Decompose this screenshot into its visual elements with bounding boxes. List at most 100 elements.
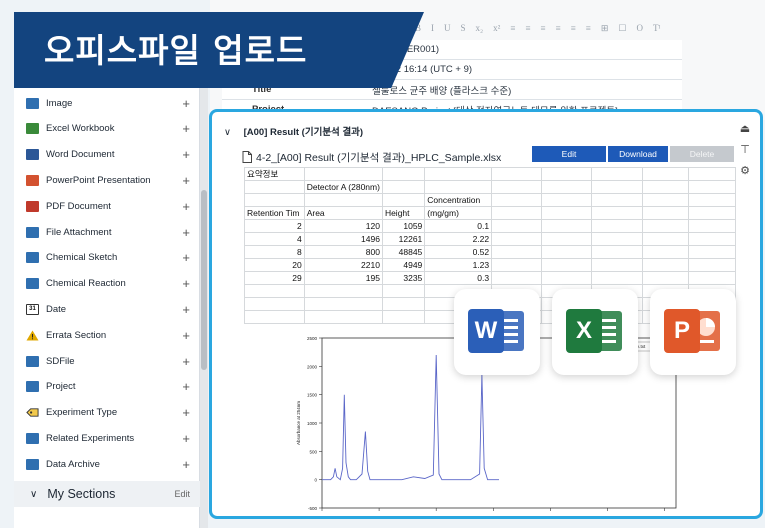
export-icon[interactable]: ⏏ (740, 122, 750, 135)
sidebar-item-errata-section[interactable]: Errata Section + (14, 322, 200, 348)
my-sections-label: My Sections (47, 487, 116, 501)
table-cell: 29 (244, 271, 305, 285)
edit-sections-link[interactable]: Edit (174, 489, 190, 499)
add-icon[interactable]: + (182, 276, 190, 291)
table-cell (641, 245, 690, 259)
sidebar-item-label: Related Experiments (46, 432, 135, 444)
word-letter-tile: W (468, 309, 504, 353)
add-icon[interactable]: + (182, 379, 190, 394)
table-cell (424, 180, 493, 194)
add-icon[interactable]: + (182, 302, 190, 317)
toolbar-button[interactable]: x₂ (476, 23, 484, 33)
chevron-down-icon[interactable]: ∨ (224, 127, 231, 138)
add-icon[interactable]: + (182, 199, 190, 214)
toolbar-button[interactable]: I (431, 23, 434, 33)
toolbar-button[interactable]: ≡ (571, 23, 576, 33)
add-icon[interactable]: + (182, 121, 190, 136)
excel-app-icon: X (552, 289, 638, 375)
word-icon (26, 149, 39, 161)
add-icon[interactable]: + (182, 457, 190, 472)
table-row: Retention Tim Area Height (mg/gm) (244, 206, 736, 220)
sidebar-item-sdfile[interactable]: SDFile + (14, 348, 200, 374)
sidebar-item-image[interactable]: Image + (14, 90, 200, 116)
toolbar-button[interactable]: ≡ (510, 23, 515, 33)
toolbar-button[interactable]: Tᴵ (653, 23, 660, 33)
powerpoint-app-icon: P (650, 289, 736, 375)
table-cell (641, 206, 690, 220)
table-cell (381, 180, 426, 194)
table-cell (591, 193, 643, 207)
sidebar-item-label: Word Document (46, 149, 115, 161)
sidebar-item-file-attachment[interactable]: File Attachment + (14, 219, 200, 245)
y-axis-label: Absorbance at 254nm (296, 401, 301, 445)
toolbar-button[interactable]: x² (493, 23, 500, 33)
table-cell (244, 310, 305, 324)
table-cell: 195 (303, 271, 383, 285)
sidebar-item-data-archive[interactable]: Data Archive + (14, 451, 200, 477)
toolbar-button[interactable]: ☐ (618, 23, 626, 34)
add-icon[interactable]: + (182, 354, 190, 369)
table-cell (541, 167, 593, 181)
scrollbar-thumb[interactable] (201, 190, 207, 370)
add-icon[interactable]: + (182, 225, 190, 240)
sidebar-item-related-experiments[interactable]: Related Experiments + (14, 425, 200, 451)
page-title: 오피스파일 업로드 (44, 31, 308, 70)
sidebar-item-chemical-reaction[interactable]: Chemical Reaction + (14, 271, 200, 297)
delete-button[interactable]: Delete (670, 146, 734, 162)
toolbar-button[interactable]: ≡ (541, 23, 546, 33)
table-cell (688, 219, 736, 233)
sidebar-item-chemical-sketch[interactable]: Chemical Sketch + (14, 245, 200, 271)
sdfile-icon (26, 355, 39, 367)
add-icon[interactable]: + (182, 328, 190, 343)
toolbar-button[interactable]: ≡ (525, 23, 530, 33)
edit-button[interactable]: Edit (532, 146, 606, 162)
sidebar-item-date[interactable]: 31 Date + (14, 296, 200, 322)
sidebar-item-project[interactable]: Project + (14, 374, 200, 400)
table-cell (303, 297, 383, 311)
my-sections-header[interactable]: ∨ My Sections Edit (14, 481, 200, 507)
powerpoint-letter-tile: P (664, 309, 700, 353)
sidebar-item-pdf-document[interactable]: PDF Document + (14, 193, 200, 219)
table-cell: 0.1 (424, 219, 493, 233)
file-icon (242, 151, 252, 163)
sidebar-item-excel-workbook[interactable]: Excel Workbook + (14, 116, 200, 142)
toolbar-button[interactable]: ≡ (586, 23, 591, 33)
table-cell (491, 219, 543, 233)
download-button[interactable]: Download (608, 146, 668, 162)
table-cell (541, 219, 593, 233)
add-icon[interactable]: + (182, 147, 190, 162)
add-icon[interactable]: + (182, 173, 190, 188)
add-icon[interactable]: + (182, 250, 190, 265)
toolbar-button[interactable]: ≡ (556, 23, 561, 33)
toolbar-button[interactable]: ⊞ (601, 23, 609, 34)
toolbar-button[interactable]: S (461, 23, 466, 33)
file-name[interactable]: 4-2_[A00] Result (기기분석 결과)_HPLC_Sample.x… (256, 150, 501, 165)
table-cell (688, 206, 736, 220)
add-icon[interactable]: + (182, 96, 190, 111)
table-cell: 2 (244, 219, 305, 233)
gear-icon[interactable]: ⚙ (740, 164, 750, 177)
sidebar-scrollbar[interactable] (200, 40, 208, 528)
section-title: [A00] Result (기기분석 결과) (243, 127, 364, 138)
sidebar-item-label: Data Archive (46, 458, 100, 470)
sidebar-item-experiment-type[interactable]: Experiment Type + (14, 400, 200, 426)
toolbar-button[interactable]: U (444, 23, 451, 33)
sidebar-item-word-document[interactable]: Word Document + (14, 142, 200, 168)
add-icon[interactable]: + (182, 405, 190, 420)
table-cell (591, 271, 643, 285)
table-cell (303, 167, 383, 181)
table-cell (688, 167, 736, 181)
related-experiments-icon (26, 432, 39, 444)
table-cell (491, 206, 543, 220)
table-cell: 8 (244, 245, 305, 259)
sidebar-item-powerpoint-presentation[interactable]: PowerPoint Presentation + (14, 167, 200, 193)
pin-icon[interactable]: ⊤ (740, 143, 750, 156)
table-cell (491, 232, 543, 246)
section-tools: ⏏ ⊤ ⚙ (736, 122, 754, 177)
add-icon[interactable]: + (182, 431, 190, 446)
toolbar-button[interactable]: O (636, 23, 643, 33)
table-cell: 800 (303, 245, 383, 259)
table-cell (381, 284, 426, 298)
section-header[interactable]: ∨ [A00] Result (기기분석 결과) (224, 124, 363, 138)
table-cell (688, 193, 736, 207)
